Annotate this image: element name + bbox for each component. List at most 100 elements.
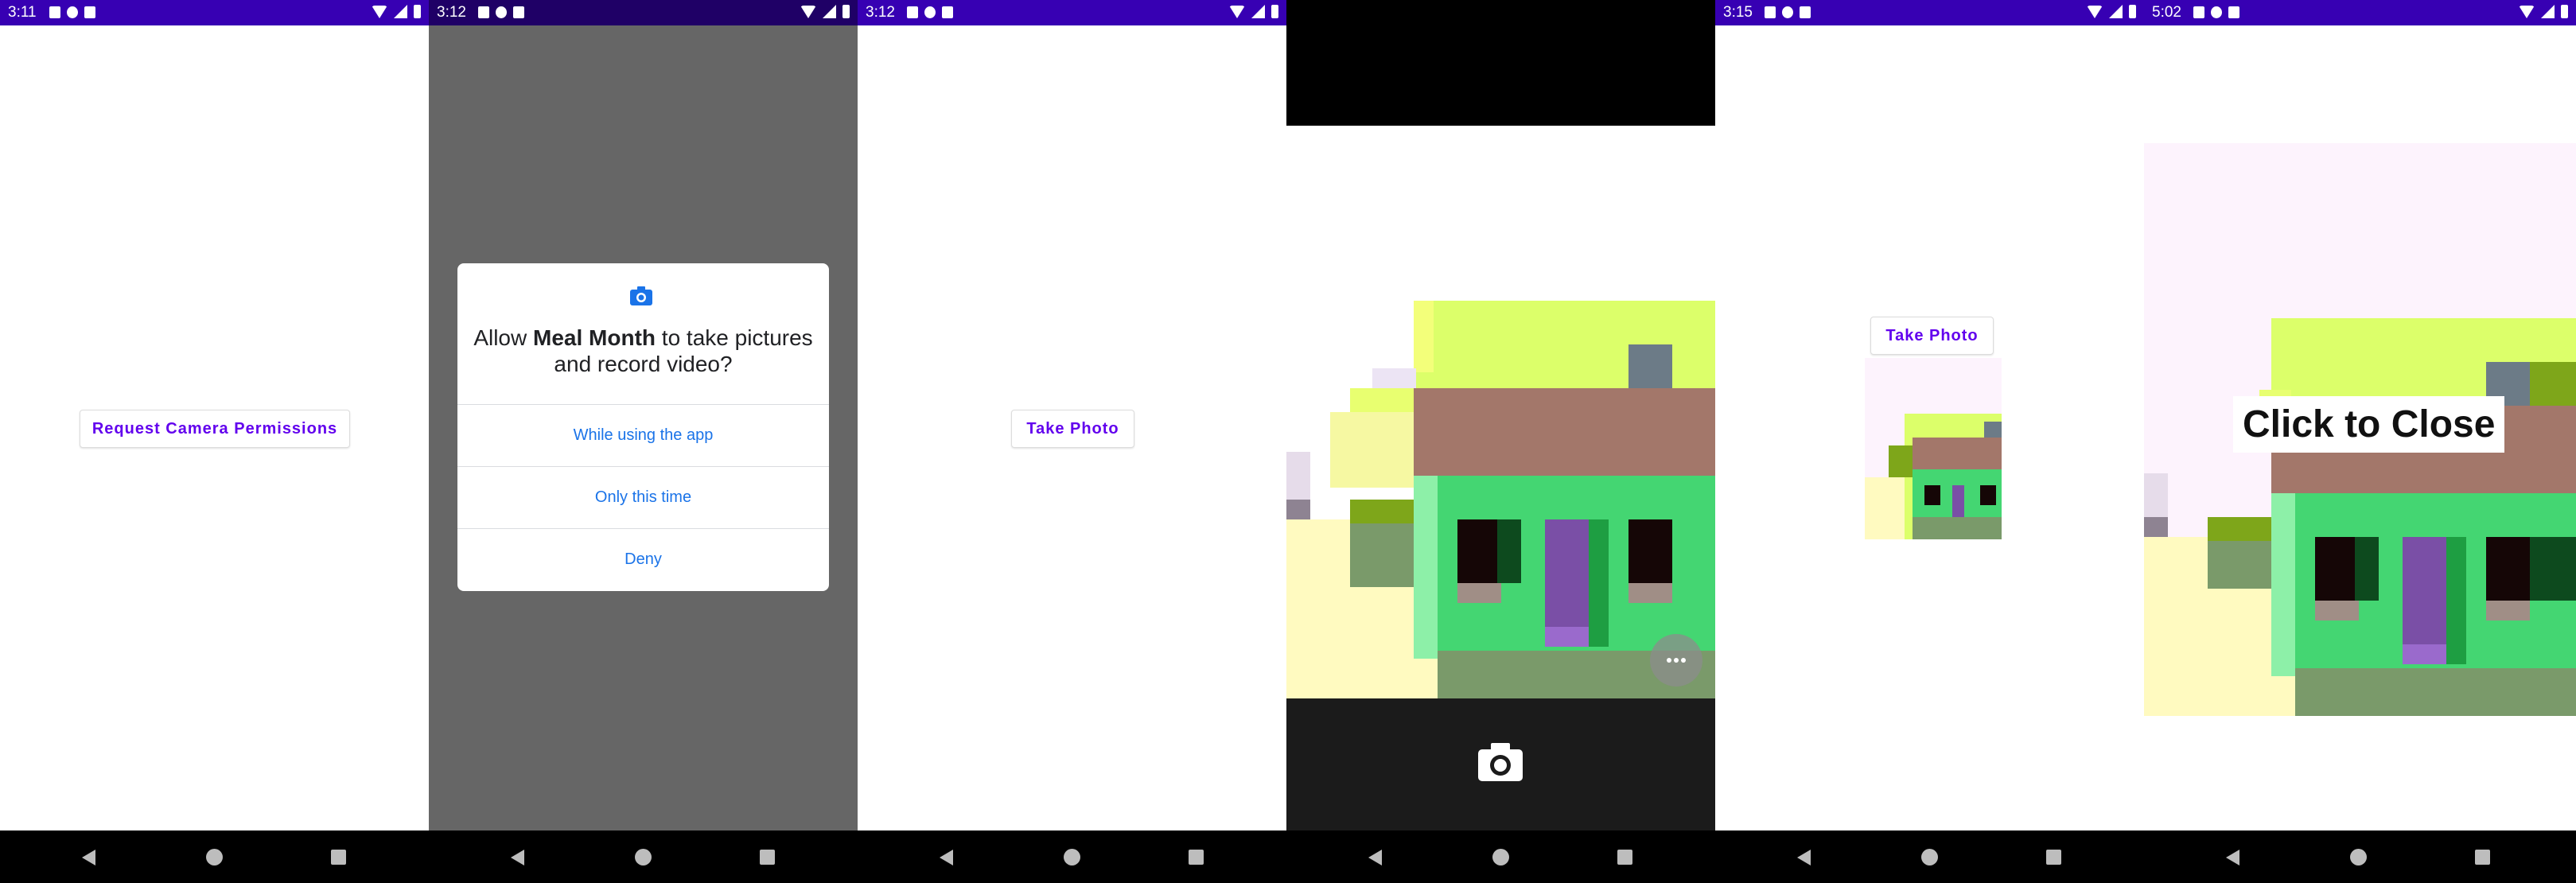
back-icon[interactable] (1797, 850, 1811, 865)
notification-icon (67, 6, 78, 18)
system-icons (372, 5, 421, 18)
navigation-bar (429, 830, 858, 883)
sd-card-icon (942, 6, 953, 18)
recents-icon[interactable] (331, 850, 346, 865)
navigation-bar (0, 830, 429, 883)
status-bar: 5:02 (2144, 0, 2576, 25)
battery-icon (1271, 5, 1278, 18)
home-icon[interactable] (1064, 849, 1080, 865)
system-icons (800, 5, 850, 18)
wifi-icon (372, 5, 387, 18)
more-horizontal-icon (1667, 658, 1686, 663)
camera-viewfinder[interactable] (1286, 126, 1715, 698)
status-bar: 3:11 (0, 0, 429, 25)
system-icons (1229, 5, 1278, 18)
back-icon[interactable] (1368, 850, 1382, 865)
screen-permission-dialog: 3:12 Allow Meal Month to take pictures a… (429, 0, 858, 883)
navigation-bar (2144, 830, 2576, 883)
notification-icon (1765, 6, 1776, 18)
notification-icon (478, 6, 489, 18)
camera-controls (1286, 698, 1715, 830)
notification-icon (2193, 6, 2204, 18)
status-time: 3:12 (866, 4, 895, 21)
navigation-bar (858, 830, 1286, 883)
home-icon[interactable] (206, 849, 223, 865)
status-time: 3:12 (437, 4, 466, 21)
signal-icon (823, 5, 836, 18)
recents-icon[interactable] (760, 850, 775, 865)
battery-icon (2561, 5, 2568, 18)
battery-icon (414, 5, 421, 18)
navigation-bar (1715, 830, 2144, 883)
notification-icon (1782, 6, 1793, 18)
dialog-title-prefix: Allow (473, 325, 534, 350)
wifi-icon (2519, 5, 2535, 18)
while-using-app-button[interactable]: While using the app (457, 404, 829, 466)
sd-card-icon (1800, 6, 1811, 18)
signal-icon (2541, 5, 2555, 18)
signal-icon (394, 5, 407, 18)
click-to-close-label[interactable]: Click to Close (2233, 396, 2505, 453)
screen-take-photo: 3:12 Take Photo (858, 0, 1286, 883)
signal-icon (2109, 5, 2123, 18)
wifi-icon (800, 5, 816, 18)
take-photo-button[interactable]: Take Photo (1870, 317, 1994, 355)
screen-camera (1286, 0, 1715, 883)
request-camera-permissions-button[interactable]: Request Camera Permissions (80, 410, 350, 448)
take-photo-button[interactable]: Take Photo (1011, 410, 1134, 448)
notification-icons (907, 6, 953, 18)
notification-icon (2211, 6, 2222, 18)
notification-icons (478, 6, 524, 18)
photo-thumbnail[interactable] (1865, 358, 2002, 539)
more-options-button[interactable] (1650, 634, 1702, 687)
screenshot-strip: 3:11 Request Camera Permissions 3:12 All… (0, 0, 2576, 883)
notification-icon (907, 6, 918, 18)
recents-icon[interactable] (2475, 850, 2490, 865)
camera-icon (630, 286, 652, 305)
sd-card-icon (84, 6, 95, 18)
notification-icon (496, 6, 507, 18)
camera-shutter-icon[interactable] (1477, 741, 1524, 783)
only-this-time-button[interactable]: Only this time (457, 466, 829, 528)
recents-icon[interactable] (1189, 850, 1204, 865)
status-bar: 3:15 (1715, 0, 2144, 25)
recents-icon[interactable] (2046, 850, 2061, 865)
sd-card-icon (513, 6, 524, 18)
notification-icons (1765, 6, 1811, 18)
status-time: 5:02 (2152, 4, 2181, 21)
notification-icons (49, 6, 95, 18)
recents-icon[interactable] (1617, 850, 1632, 865)
wifi-icon (2087, 5, 2103, 18)
wifi-icon (1229, 5, 1245, 18)
battery-icon (842, 5, 850, 18)
signal-icon (1251, 5, 1265, 18)
home-icon[interactable] (2350, 849, 2367, 865)
system-icons (2519, 5, 2568, 18)
notification-icon (924, 6, 936, 18)
camera-top-bar (1286, 0, 1715, 126)
status-bar: 3:12 (858, 0, 1286, 25)
home-icon[interactable] (635, 849, 652, 865)
dialog-app-name: Meal Month (533, 325, 656, 350)
system-icons (2087, 5, 2136, 18)
screen-request-permissions: 3:11 Request Camera Permissions (0, 0, 429, 883)
status-time: 3:11 (8, 4, 37, 21)
navigation-bar (1286, 830, 1715, 883)
notification-icon (49, 6, 60, 18)
home-icon[interactable] (1492, 849, 1509, 865)
status-time: 3:15 (1723, 4, 1753, 21)
screen-photo-thumbnail: 3:15 Take Photo (1715, 0, 2144, 883)
back-icon[interactable] (511, 850, 524, 865)
dialog-title: Allow Meal Month to take pictures and re… (473, 325, 813, 377)
battery-icon (2129, 5, 2136, 18)
notification-icons (2193, 6, 2239, 18)
back-icon[interactable] (82, 850, 95, 865)
back-icon[interactable] (2226, 850, 2239, 865)
home-icon[interactable] (1921, 849, 1938, 865)
back-icon[interactable] (940, 850, 953, 865)
status-bar: 3:12 (429, 0, 858, 25)
screen-photo-fullscreen: 5:02 Click to Close (2144, 0, 2576, 883)
permission-dialog: Allow Meal Month to take pictures and re… (457, 263, 829, 591)
deny-button[interactable]: Deny (457, 528, 829, 590)
sd-card-icon (2228, 6, 2239, 18)
